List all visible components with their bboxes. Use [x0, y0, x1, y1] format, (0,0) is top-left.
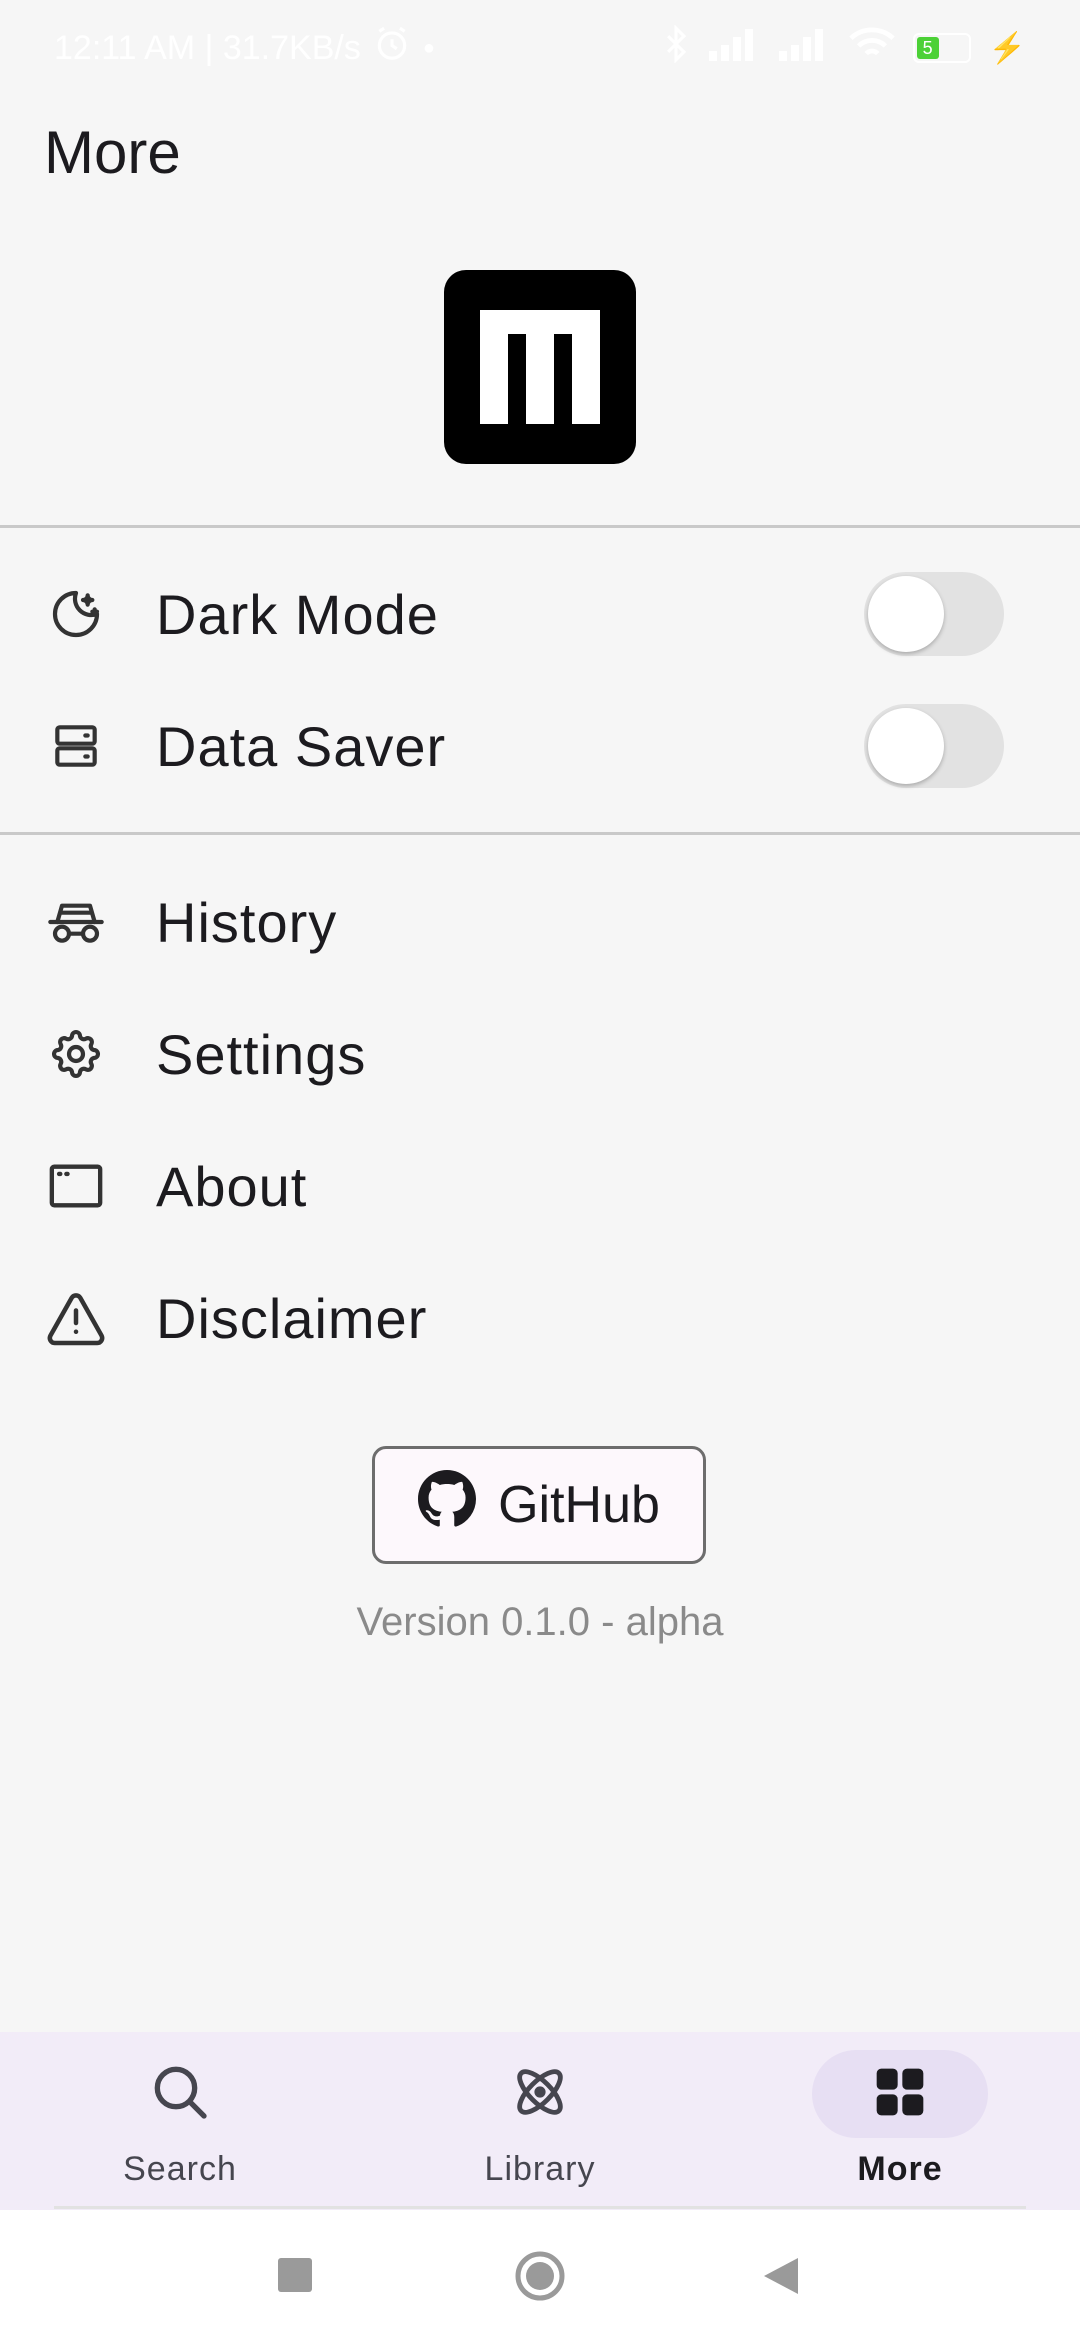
github-label: GitHub — [498, 1476, 660, 1534]
version-text: Version 0.1.0 - alpha — [356, 1600, 724, 1644]
data-saver-row[interactable]: Data Saver — [0, 686, 1080, 806]
signal-icon-2 — [778, 27, 831, 70]
incognito-icon — [44, 890, 108, 954]
recents-button[interactable] — [278, 2258, 312, 2292]
divider-middle — [0, 832, 1080, 835]
system-navigation-bar — [0, 2210, 1080, 2340]
back-button[interactable] — [762, 2256, 800, 2301]
menu-item-settings[interactable]: Settings — [0, 994, 1080, 1114]
home-button[interactable] — [514, 2250, 566, 2302]
menu-item-history[interactable]: History — [0, 862, 1080, 982]
settings-label: Settings — [156, 1022, 367, 1086]
status-time: 12:11 AM | 31.7KB/s — [54, 28, 361, 67]
atom-icon — [508, 2060, 572, 2129]
warning-icon — [44, 1286, 108, 1350]
bottom-navigation: Search Library More — [0, 2032, 1080, 2210]
battery-level: 5 — [916, 37, 939, 59]
alarm-icon — [373, 25, 411, 72]
search-icon — [148, 2060, 212, 2129]
nav-label-library: Library — [484, 2150, 596, 2188]
nav-icon-container — [92, 2050, 268, 2138]
signal-icon — [708, 27, 761, 70]
storage-icon — [44, 714, 108, 778]
window-icon — [44, 1154, 108, 1218]
data-saver-toggle[interactable] — [864, 704, 1004, 788]
dark-mode-toggle[interactable] — [864, 572, 1004, 656]
nav-label-search: Search — [123, 2150, 237, 2188]
wifi-icon — [848, 26, 895, 71]
nav-item-library[interactable]: Library — [420, 2032, 660, 2210]
toggle-knob — [868, 576, 944, 652]
nav-divider — [54, 2206, 1026, 2209]
grid-icon — [872, 2064, 928, 2125]
dark-mode-label: Dark Mode — [156, 582, 439, 646]
dot-icon: ● — [422, 36, 435, 59]
charging-icon: ⚡ — [988, 31, 1026, 65]
gear-icon — [44, 1022, 108, 1086]
nav-item-more[interactable]: More — [780, 2032, 1020, 2210]
menu-item-about[interactable]: About — [0, 1126, 1080, 1246]
disclaimer-label: Disclaimer — [156, 1286, 428, 1350]
nav-item-search[interactable]: Search — [60, 2032, 300, 2210]
menu-item-disclaimer[interactable]: Disclaimer — [0, 1258, 1080, 1378]
page-title: More — [44, 119, 181, 186]
toggle-knob — [868, 708, 944, 784]
nav-icon-container — [812, 2050, 988, 2138]
about-label: About — [156, 1154, 308, 1218]
bluetooth-icon — [661, 23, 691, 72]
github-button[interactable]: GitHub — [372, 1446, 706, 1564]
divider-top — [0, 525, 1080, 528]
battery-icon: 5 — [912, 33, 971, 63]
nav-label-more: More — [857, 2150, 943, 2188]
github-icon — [418, 1469, 477, 1541]
status-bar: 12:11 AM | 31.7KB/s ● 5 ⚡ — [0, 0, 1080, 96]
app-logo — [444, 270, 636, 464]
moon-stars-icon — [44, 582, 108, 646]
history-label: History — [156, 890, 338, 954]
dark-mode-row[interactable]: Dark Mode — [0, 554, 1080, 674]
nav-icon-container — [452, 2050, 628, 2138]
data-saver-label: Data Saver — [156, 714, 447, 778]
